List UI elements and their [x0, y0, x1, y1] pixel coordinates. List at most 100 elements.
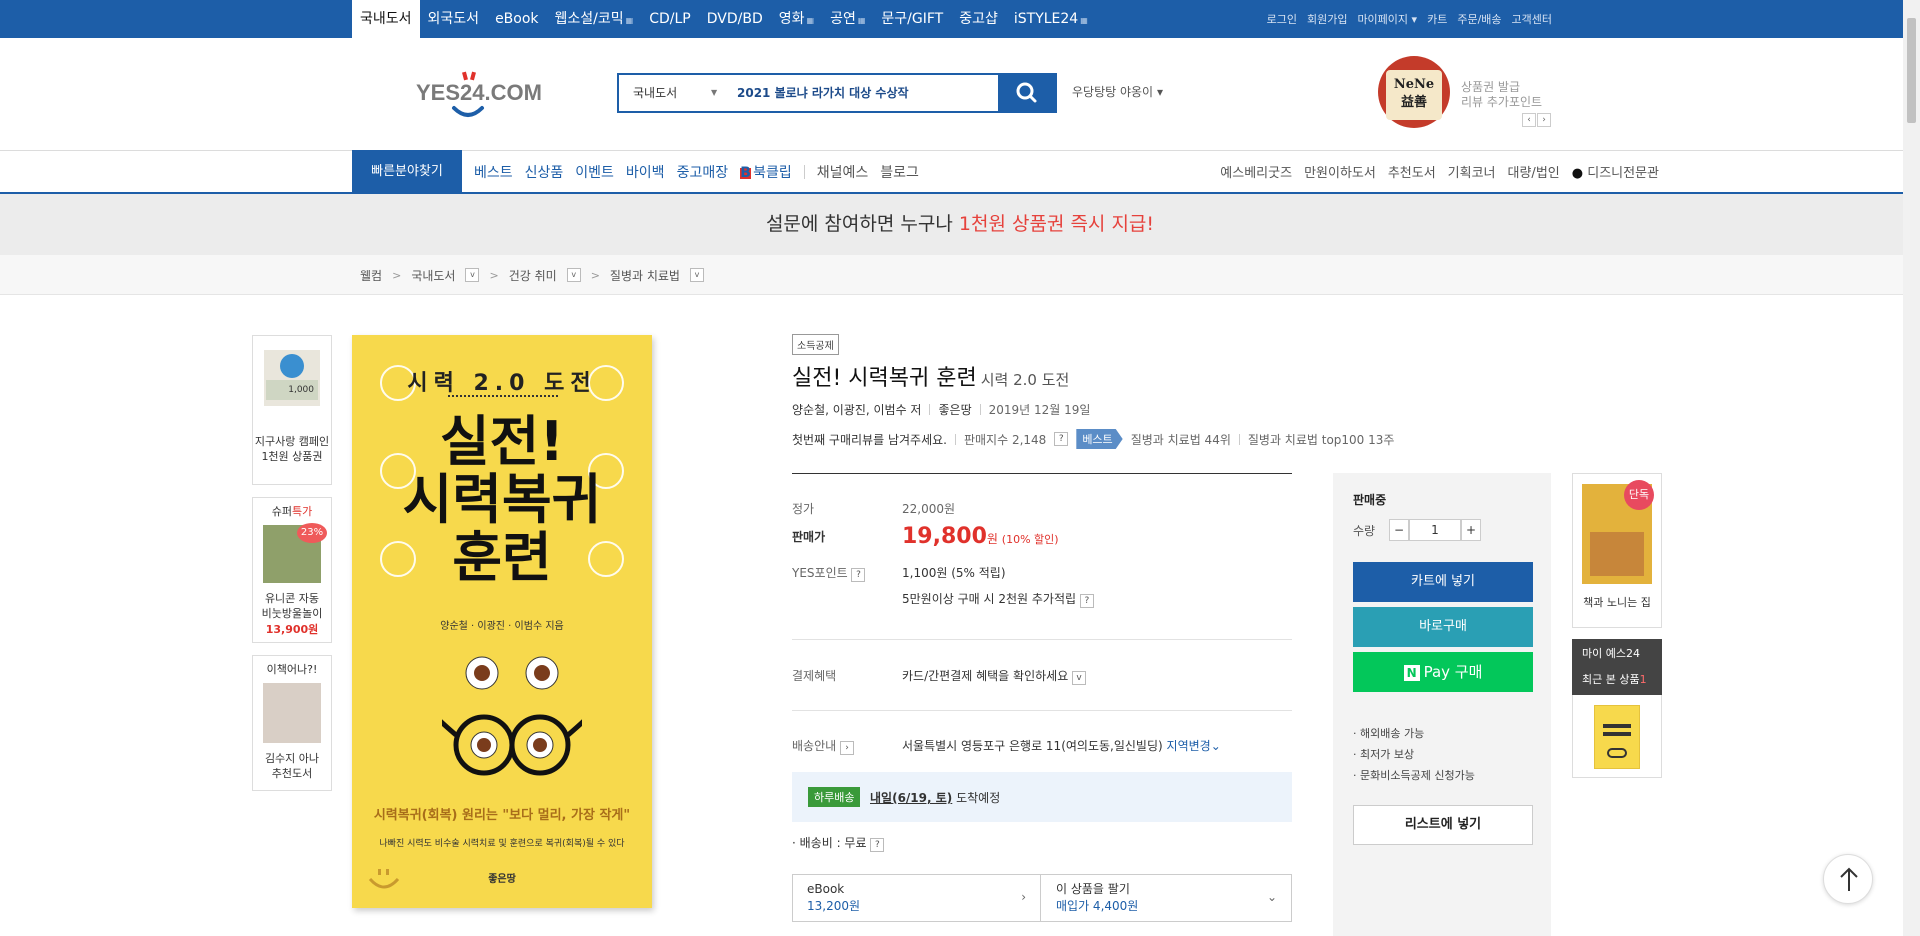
arrival-date[interactable]: 내일(6/19, 토)	[870, 791, 952, 805]
quick-category-button[interactable]: 빠른분야찾기	[352, 150, 462, 193]
breadcrumb-domestic[interactable]: 국내도서	[411, 267, 455, 284]
publisher-link[interactable]: 좋은땅	[938, 401, 971, 418]
globe-icon	[280, 354, 304, 378]
gnb-blog[interactable]: 블로그	[880, 162, 919, 182]
yes24-logo[interactable]: YES24.COM	[416, 68, 556, 122]
gnb-disney[interactable]: ● 디즈니전문관	[1572, 162, 1659, 181]
help-icon[interactable]: ?	[870, 838, 885, 852]
cart-link[interactable]: 카트	[1427, 11, 1447, 27]
gnb-bulk[interactable]: 대량/법인	[1508, 162, 1560, 181]
my-yes24-label: 마이 예스24	[1582, 647, 1640, 660]
mypage-link[interactable]: 마이페이지 ▾	[1357, 11, 1417, 27]
tab-webnovel[interactable]: 웹소설/코믹 ▦	[547, 0, 642, 38]
meta-divider	[979, 404, 981, 415]
tab-cdlp[interactable]: CD/LP	[641, 0, 699, 38]
scroll-to-top-button[interactable]	[1823, 854, 1873, 904]
gnb-channel-yes[interactable]: 채널예스	[817, 162, 869, 182]
recommended-keyword[interactable]: 우당탕탕 야옹이 ▾	[1072, 83, 1163, 100]
exclusive-product-card[interactable]: 단독 책과 노니는 집	[1572, 473, 1662, 628]
promo-text[interactable]: 상품권 발급 리뷰 추가포인트	[1461, 80, 1542, 110]
tab-domestic-books[interactable]: 국내도서	[352, 0, 420, 38]
qty-increase-button[interactable]: +	[1461, 519, 1481, 541]
search-button[interactable]	[998, 73, 1057, 113]
page-scrollbar[interactable]	[1903, 0, 1920, 936]
authors-link[interactable]: 양순철, 이광진, 이범수 저	[792, 401, 921, 418]
top-category-bar: 국내도서 외국도서 eBook 웹소설/코믹 ▦ CD/LP DVD/BD 영화 ▦…	[0, 0, 1920, 38]
orders-link[interactable]: 주문/배송	[1457, 11, 1501, 27]
breadcrumb-dropdown[interactable]: v	[689, 268, 704, 282]
sell-option[interactable]: 이 상품을 팔기 매입가 4,400원 ⌄	[1042, 875, 1291, 921]
gnb-event[interactable]: 이벤트	[575, 162, 614, 182]
payment-benefit[interactable]: 카드/간편결제 혜택을 확인하세요 v	[902, 667, 1087, 685]
gnb-under-10k[interactable]: 만원이하도서	[1304, 162, 1376, 181]
ebook-option[interactable]: eBook 13,200원 ›	[793, 875, 1041, 921]
help-icon[interactable]: ?	[1054, 432, 1069, 446]
tab-stationery[interactable]: 문구/GIFT	[873, 0, 951, 38]
promo-prev-button[interactable]: ‹	[1522, 113, 1536, 127]
recent-product-item[interactable]	[1572, 695, 1662, 778]
promo-logo[interactable]: NeNe 益善	[1378, 56, 1450, 128]
breadcrumb-disease[interactable]: 질병과 치료법	[610, 267, 680, 284]
my-yes24-panel[interactable]: 마이 예스24 최근 본 상품1	[1572, 639, 1662, 695]
benefit-item-text: 해외배송 가능	[1360, 727, 1425, 740]
tab-istyle24[interactable]: iSTYLE24 ▦	[1006, 0, 1096, 38]
region-change-link[interactable]: 지역변경⌄	[1167, 739, 1221, 753]
gnb-goods[interactable]: 예스베리굿즈	[1220, 162, 1292, 181]
tab-movie[interactable]: 영화 ▦	[771, 0, 822, 38]
benefit-item[interactable]: · 해외배송 가능	[1353, 723, 1475, 744]
qty-decrease-button[interactable]: −	[1389, 519, 1409, 541]
logo-graphic: YES24.COM	[416, 71, 542, 117]
breadcrumb-dropdown[interactable]: v	[566, 268, 581, 282]
gnb-planning[interactable]: 기획코너	[1448, 162, 1496, 181]
chevron-right-icon: ›	[1542, 115, 1546, 125]
tab-used-shop[interactable]: 중고샵	[951, 0, 1006, 38]
benefit-item[interactable]: · 최저가 보상	[1353, 744, 1475, 765]
tab-dvdbd[interactable]: DVD/BD	[699, 0, 771, 38]
survey-banner[interactable]: 설문에 참여하면 누구나 1천원 상품권 즉시 지급!	[0, 194, 1920, 255]
gnb-bookclip[interactable]: B 북클립	[740, 162, 792, 182]
side-promo-campaign[interactable]: 1,000 지구사랑 캠페인 1천원 상품권	[252, 335, 332, 485]
side-promo-special[interactable]: 슈퍼특가 23% 유니콘 자동 비눗방울놀이 13,900원	[252, 497, 332, 643]
breadcrumb-home[interactable]: 웰컴	[360, 267, 382, 284]
login-link[interactable]: 로그인	[1267, 11, 1297, 27]
scrollbar-thumb[interactable]	[1907, 18, 1916, 123]
banner-text: 설문에 참여하면 누구나	[765, 213, 959, 235]
support-link[interactable]: 고객센터	[1512, 11, 1552, 27]
review-prompt-link[interactable]: 첫번째 구매리뷰를 남겨주세요.	[792, 431, 947, 448]
book-cover[interactable]: 시력 2.0 도전 실전! 시력복귀 훈련 양순철 · 이광진 · 이범수 지음…	[352, 335, 652, 908]
qty-input[interactable]: 1	[1409, 519, 1461, 541]
gnb-best[interactable]: 베스트	[474, 162, 513, 182]
banner-highlight: 1천원 상품권 즉시 지급!	[958, 213, 1155, 235]
gnb-new[interactable]: 신상품	[525, 162, 564, 182]
promo-next-button[interactable]: ›	[1537, 113, 1551, 127]
add-to-cart-button[interactable]: 카트에 넣기	[1353, 562, 1533, 602]
benefit-item[interactable]: · 문화비소득공제 신청가능	[1353, 765, 1475, 786]
user-links: 로그인 회원가입 마이페이지 ▾ 카트 주문/배송 고객센터	[1267, 0, 1552, 38]
breadcrumb-health[interactable]: 건강 취미	[509, 267, 557, 284]
top100-rank[interactable]: 질병과 치료법 top100 13주	[1248, 431, 1395, 448]
next-day-badge: 하루배송	[808, 787, 861, 807]
gnb-used-store[interactable]: 중고매장	[677, 162, 729, 182]
recommended-keyword-label: 우당탕탕 야옹이	[1072, 85, 1154, 99]
submenu-icon: ▦	[625, 16, 634, 25]
side-promo-recommend[interactable]: 이책어나?! 김수지 아나 추천도서	[252, 655, 332, 791]
tab-performance[interactable]: 공연 ▦	[822, 0, 873, 38]
breadcrumb-dropdown[interactable]: v	[465, 268, 480, 282]
tab-ebook[interactable]: eBook	[487, 0, 546, 38]
category-rank[interactable]: 질병과 치료법 44위	[1131, 431, 1231, 448]
gnb-buyback[interactable]: 바이백	[626, 162, 665, 182]
naver-pay-button[interactable]: N Pay 구매	[1353, 652, 1533, 692]
search-category-select[interactable]: 국내도서	[633, 75, 677, 111]
gnb-recommended[interactable]: 추천도서	[1388, 162, 1436, 181]
add-to-wishlist-button[interactable]: 리스트에 넣기	[1353, 805, 1533, 845]
chevron-right-icon[interactable]: ›	[840, 741, 854, 755]
help-icon[interactable]: ?	[851, 568, 866, 582]
signup-link[interactable]: 회원가입	[1307, 11, 1347, 27]
gnb-right-menu: 예스베리굿즈 만원이하도서 추천도서 기획코너 대량/법인 ● 디즈니전문관	[1220, 150, 1659, 193]
help-icon[interactable]: ?	[1079, 594, 1094, 608]
recent-count: 1	[1639, 673, 1647, 686]
tab-foreign-books[interactable]: 외국도서	[420, 0, 488, 38]
search-input[interactable]: 2021 볼로냐 라가치 대상 수상작	[737, 75, 909, 111]
promo-logo-line2: 益善	[1400, 95, 1427, 110]
buy-now-button[interactable]: 바로구매	[1353, 607, 1533, 647]
